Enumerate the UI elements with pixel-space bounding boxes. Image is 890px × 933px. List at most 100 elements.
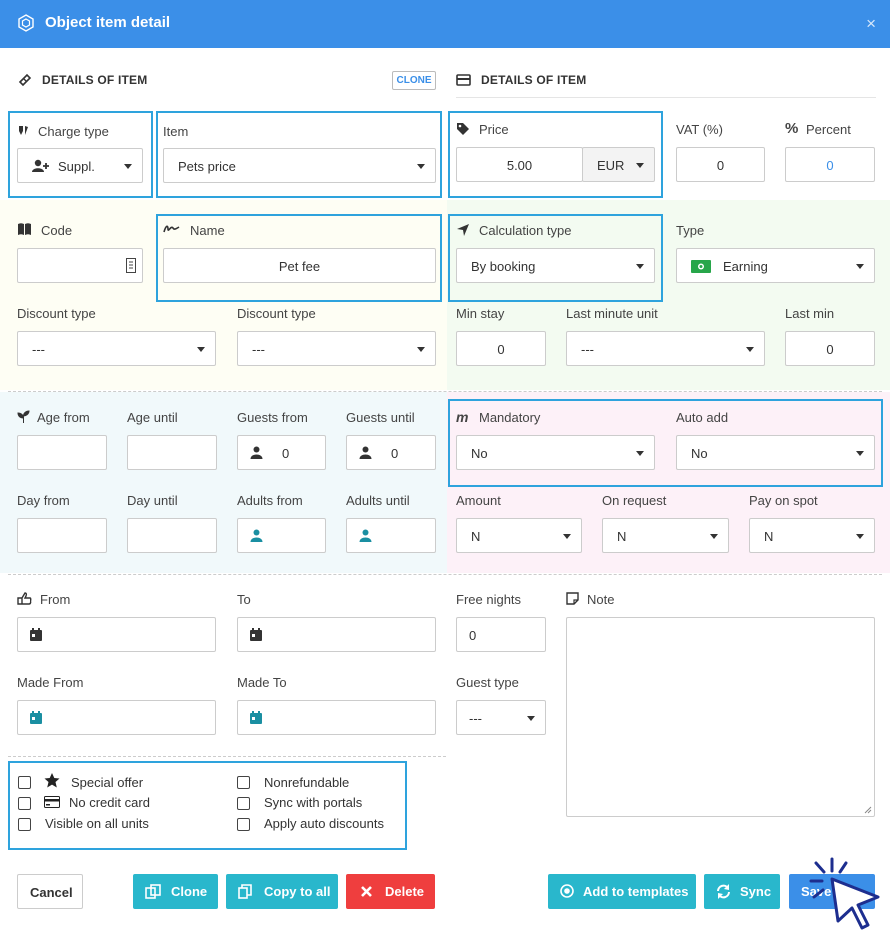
sync-with-portals-checkbox[interactable] — [237, 797, 250, 810]
guest-type-select[interactable]: --- — [456, 700, 546, 735]
guests-from-input[interactable]: 0 — [237, 435, 326, 470]
apply-auto-discounts-label: Apply auto discounts — [264, 816, 384, 831]
close-icon[interactable]: × — [866, 14, 876, 34]
guests-until-input[interactable]: 0 — [346, 435, 436, 470]
age-from-input[interactable] — [17, 435, 107, 470]
tag-icon — [457, 123, 469, 135]
chevron-down-icon — [197, 347, 205, 352]
calculation-type-value: By booking — [471, 259, 536, 274]
item-value: Pets price — [178, 159, 236, 174]
type-select[interactable]: Earning — [676, 248, 875, 283]
click-cursor-icon — [809, 857, 880, 930]
auto-add-select[interactable]: No — [676, 435, 875, 470]
special-offer-checkbox[interactable] — [18, 776, 31, 789]
note-textarea[interactable] — [566, 617, 875, 817]
made-to-date-input[interactable] — [237, 700, 436, 735]
calculation-type-select[interactable]: By booking — [456, 248, 655, 283]
currency-value: EUR — [597, 158, 625, 173]
code-input[interactable] — [17, 248, 143, 283]
calendar-icon — [30, 628, 42, 641]
chevron-down-icon — [124, 164, 132, 169]
day-from-input[interactable] — [17, 518, 107, 553]
calendar-icon — [250, 711, 262, 724]
divider — [8, 574, 882, 575]
resize-handle-icon[interactable] — [864, 806, 872, 814]
nonrefundable-checkbox[interactable] — [237, 776, 250, 789]
clone-small-button[interactable]: CLONE — [392, 71, 436, 90]
copy-icon — [145, 884, 161, 899]
last-min-input[interactable]: 0 — [785, 331, 875, 366]
clone-button[interactable]: Clone — [133, 874, 218, 909]
name-input[interactable]: Pet fee — [163, 248, 436, 283]
divider — [8, 756, 446, 757]
pay-on-spot-select[interactable]: N — [749, 518, 875, 553]
calendar-icon — [250, 628, 262, 641]
to-date-input[interactable] — [237, 617, 436, 652]
chevron-down-icon — [856, 451, 864, 456]
no-credit-card-label: No credit card — [69, 795, 150, 810]
day-until-input[interactable] — [127, 518, 217, 553]
visible-on-all-units-checkbox[interactable] — [18, 818, 31, 831]
name-value: Pet fee — [278, 259, 321, 274]
amount-select[interactable]: N — [456, 518, 582, 553]
mandatory-icon: m — [456, 409, 469, 425]
modal-title: Object item detail — [45, 14, 171, 31]
book-icon — [18, 223, 31, 235]
vat-value: 0 — [716, 158, 725, 173]
visible-on-all-units-label: Visible on all units — [45, 816, 149, 831]
credit-card-icon — [44, 796, 60, 808]
charge-type-select[interactable]: Suppl. — [17, 148, 143, 183]
charge-type-value: Suppl. — [58, 159, 95, 174]
ticket-icon — [18, 73, 32, 87]
modal-header: Object item detail × — [0, 0, 890, 48]
add-to-templates-button[interactable]: Add to templates — [548, 874, 696, 909]
special-offer-label: Special offer — [71, 775, 144, 790]
price-input[interactable]: 5.00 — [456, 147, 583, 182]
made-from-date-input[interactable] — [17, 700, 216, 735]
vat-input[interactable]: 0 — [676, 147, 765, 182]
chevron-down-icon — [856, 534, 864, 539]
copy-icon — [238, 884, 252, 899]
percent-input[interactable]: 0 — [785, 147, 875, 182]
percent-icon: % — [785, 120, 799, 137]
chevron-down-icon — [527, 716, 535, 721]
location-arrow-icon — [457, 224, 469, 236]
nonrefundable-label: Nonrefundable — [264, 775, 350, 790]
item-select[interactable]: Pets price — [163, 148, 436, 183]
free-nights-input[interactable]: 0 — [456, 617, 546, 652]
chevron-down-icon — [417, 164, 425, 169]
charge-type-icon — [19, 126, 28, 135]
min-stay-input[interactable]: 0 — [456, 331, 546, 366]
currency-select[interactable]: EUR — [582, 147, 655, 182]
user-icon — [359, 529, 372, 542]
chevron-down-icon — [417, 347, 425, 352]
chevron-down-icon — [636, 163, 644, 168]
copy-to-all-button[interactable]: Copy to all — [226, 874, 338, 909]
chevron-down-icon — [636, 264, 644, 269]
adults-from-input[interactable] — [237, 518, 326, 553]
last-minute-unit-select[interactable]: --- — [566, 331, 765, 366]
card-icon — [456, 74, 471, 86]
price-value: 5.00 — [506, 158, 533, 173]
apply-auto-discounts-checkbox[interactable] — [237, 818, 250, 831]
sprout-icon — [17, 410, 30, 423]
percent-value: 0 — [826, 158, 834, 173]
age-until-input[interactable] — [127, 435, 217, 470]
discount-type-select[interactable]: --- — [17, 331, 216, 366]
cancel-button[interactable]: Cancel — [17, 874, 83, 909]
mandatory-select[interactable]: No — [456, 435, 655, 470]
hand-point-icon — [17, 592, 32, 605]
sync-button[interactable]: Sync — [704, 874, 780, 909]
record-icon — [560, 884, 574, 898]
chevron-down-icon — [856, 264, 864, 269]
discount-type-select-2[interactable]: --- — [237, 331, 436, 366]
on-request-select[interactable]: N — [602, 518, 729, 553]
from-date-input[interactable] — [17, 617, 216, 652]
no-credit-card-checkbox[interactable] — [18, 797, 31, 810]
money-icon — [691, 260, 711, 273]
chevron-down-icon — [563, 534, 571, 539]
user-icon — [250, 446, 263, 459]
delete-button[interactable]: Delete — [346, 874, 435, 909]
signature-icon — [163, 225, 180, 233]
adults-until-input[interactable] — [346, 518, 436, 553]
